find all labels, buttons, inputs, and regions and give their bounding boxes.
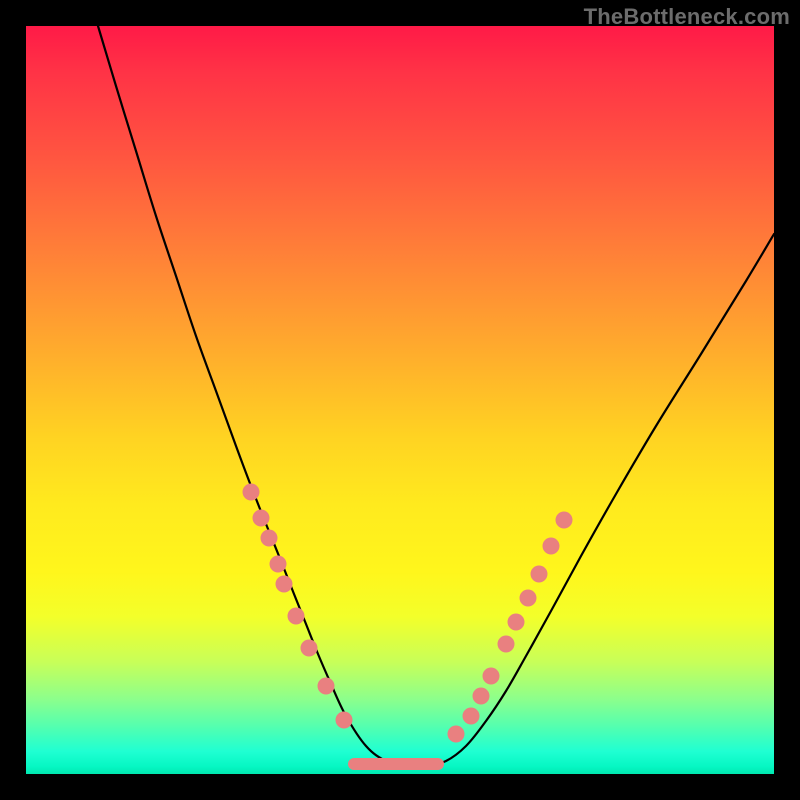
marker-dot [336,712,353,729]
chart-frame [26,26,774,774]
marker-dot [556,512,573,529]
marker-dot [253,510,270,527]
marker-dot [531,566,548,583]
marker-dot [301,640,318,657]
bottleneck-curve [98,26,774,767]
watermark-text: TheBottleneck.com [584,4,790,30]
marker-dot [288,608,305,625]
marker-dot [318,678,335,695]
marker-dot [483,668,500,685]
marker-cluster-right [448,512,573,743]
marker-dot [473,688,490,705]
marker-dot [498,636,515,653]
marker-dot [270,556,287,573]
marker-dot [520,590,537,607]
marker-dot [261,530,278,547]
marker-dot [243,484,260,501]
marker-dot [463,708,480,725]
bottleneck-plot [26,26,774,774]
marker-cluster-left [243,484,353,729]
marker-dot [448,726,465,743]
marker-dot [543,538,560,555]
marker-dot [508,614,525,631]
marker-dot [276,576,293,593]
